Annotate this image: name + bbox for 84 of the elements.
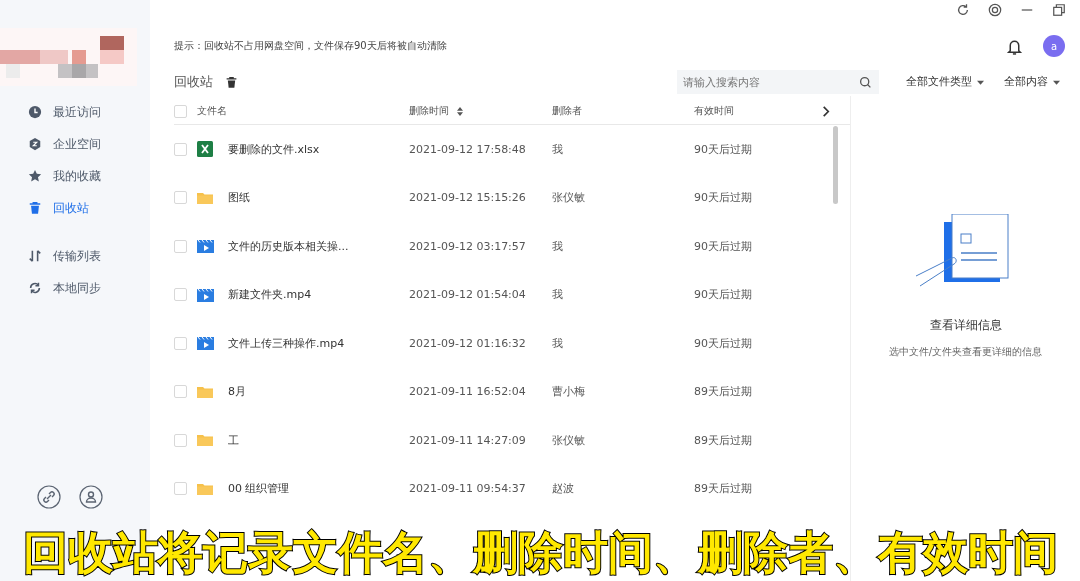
table-cell-text: 2021-09-12 17:58:48	[409, 142, 527, 156]
checkbox[interactable]	[174, 288, 187, 302]
file-name[interactable]: 新建文件夹.mp4	[228, 287, 312, 303]
page-title: 回收站	[174, 73, 213, 91]
bell-icon[interactable]	[1006, 37, 1023, 55]
sidebar-item[interactable]: 我的收藏	[0, 160, 150, 192]
table-cell-text: 90天后过期	[694, 238, 753, 254]
file-name[interactable]: 工	[228, 432, 239, 448]
table-cell-text: 张仪敏	[552, 432, 586, 448]
file-name[interactable]: 文件的历史版本相关操...	[228, 238, 349, 254]
table-cell-text: 我	[552, 287, 564, 303]
table-cell-text: 2021-09-12 03:17:57	[409, 239, 527, 253]
column-header[interactable]: 删除者	[552, 104, 694, 118]
user-icon[interactable]	[79, 485, 103, 509]
detail-title: 查看详细信息	[929, 318, 1002, 333]
file-name[interactable]: 8月	[228, 384, 246, 400]
search-field[interactable]: 请输入搜索内容	[677, 70, 879, 94]
table-cell-text: 赵波	[552, 481, 575, 497]
subtitle-caption: 回收站将记录文件名、删除时间、删除者、有效时间	[21, 525, 1059, 581]
table-cell-text: 90天后过期	[694, 141, 753, 157]
checkbox[interactable]	[174, 336, 187, 350]
sync-icon	[28, 281, 42, 295]
trash-icon	[28, 201, 42, 215]
table-cell-text: 90天后过期	[694, 190, 753, 206]
filter-dropdown[interactable]: 全部内容	[1004, 75, 1060, 89]
trash-icon[interactable]	[225, 75, 238, 89]
table-cell-text: 曹小梅	[552, 384, 586, 400]
checkbox[interactable]	[174, 104, 187, 118]
chevron-right-icon[interactable]	[822, 105, 830, 117]
caret-icon	[977, 78, 984, 86]
checkbox[interactable]	[174, 191, 187, 205]
table-cell-text: 90天后过期	[694, 287, 753, 303]
sidebar-item[interactable]: 传输列表	[0, 240, 150, 272]
table-cell-text: 89天后过期	[694, 384, 753, 400]
clock-icon	[28, 105, 42, 119]
file-name[interactable]: 图纸	[228, 190, 250, 206]
table-cell-text: 我	[552, 141, 564, 157]
table-cell-text: 89天后过期	[694, 481, 753, 497]
settings-icon[interactable]	[988, 3, 1002, 17]
filter-dropdown[interactable]: 全部文件类型	[906, 75, 984, 89]
table-cell-text: 2021-09-12 01:54:04	[409, 288, 527, 302]
table-cell-text: 2021-09-11 14:27:09	[409, 433, 527, 447]
spreadsheet-icon	[197, 141, 214, 158]
table-cell-text: 2021-09-12 01:16:32	[409, 336, 527, 350]
checkbox[interactable]	[174, 385, 187, 399]
refresh-icon[interactable]	[956, 3, 970, 17]
column-header[interactable]: 删除时间	[409, 104, 552, 118]
restore-icon[interactable]	[1052, 3, 1066, 17]
sidebar-item[interactable]: 最近访问	[0, 96, 150, 128]
video-icon	[197, 335, 214, 352]
star-icon	[28, 169, 42, 183]
caret-icon	[1053, 78, 1060, 86]
detail-hint: 选中文件/文件夹查看更详细的信息	[888, 345, 1043, 359]
table-cell-text: 2021-09-12 15:15:26	[409, 191, 527, 205]
checkbox[interactable]	[174, 482, 187, 496]
table-cell-text: 90天后过期	[694, 335, 753, 351]
column-header[interactable]: 文件名	[197, 104, 409, 118]
link-icon[interactable]	[37, 485, 61, 509]
column-header[interactable]: 有效时间	[694, 104, 822, 118]
scrollbar[interactable]	[833, 126, 838, 204]
folder-icon	[197, 432, 214, 449]
avatar[interactable]: a	[1043, 35, 1065, 57]
hexagon-icon	[28, 137, 42, 151]
video-icon	[197, 286, 214, 303]
sidebar-item[interactable]: 本地同步	[0, 272, 150, 304]
video-icon	[197, 238, 214, 255]
file-name[interactable]: 要删除的文件.xlsx	[228, 141, 320, 157]
file-name[interactable]: 00 组织管理	[228, 481, 290, 497]
search-icon	[859, 75, 872, 89]
sidebar-item[interactable]: 企业空间	[0, 128, 150, 160]
transfer-icon	[28, 249, 42, 263]
checkbox[interactable]	[174, 142, 187, 156]
file-name[interactable]: 文件上传三种操作.mp4	[228, 335, 345, 351]
sidebar-item[interactable]: 回收站	[0, 192, 150, 224]
checkbox[interactable]	[174, 433, 187, 447]
table-cell-text: 我	[552, 335, 564, 351]
sort-icon	[457, 106, 463, 116]
table-cell-text: 2021-09-11 09:54:37	[409, 482, 527, 496]
table-cell-text: 2021-09-11 16:52:04	[409, 385, 527, 399]
table-cell-text: 89天后过期	[694, 432, 753, 448]
table-cell-text: 张仪敏	[552, 190, 586, 206]
checkbox[interactable]	[174, 239, 187, 253]
tip-text: 提示：回收站不占用网盘空间，文件保存90天后将被自动清除	[174, 39, 447, 53]
table-cell-text: 我	[552, 238, 564, 254]
